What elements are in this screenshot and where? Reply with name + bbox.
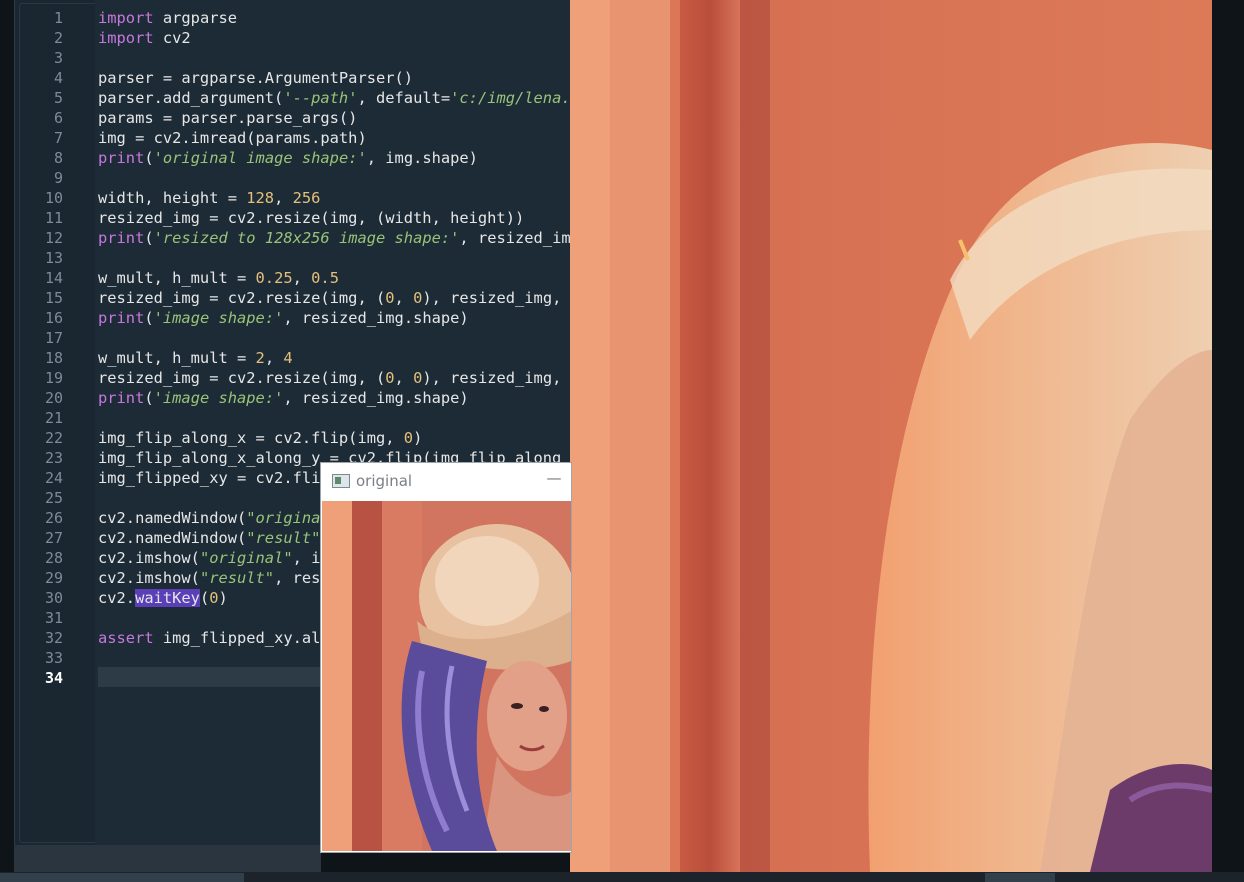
line-number: 16 bbox=[44, 309, 63, 327]
line-number: 3 bbox=[53, 49, 63, 67]
code-line[interactable]: import cv2 bbox=[98, 28, 571, 48]
code-line[interactable]: parser.add_argument('--path', default='c… bbox=[98, 88, 571, 108]
line-number: 18 bbox=[44, 349, 63, 367]
code-line[interactable]: params = parser.parse_args() bbox=[98, 108, 571, 128]
code-line[interactable] bbox=[98, 168, 571, 188]
line-number: 25 bbox=[44, 489, 63, 507]
taskbar-item[interactable] bbox=[985, 873, 1055, 882]
code-line[interactable]: print('image shape:', resized_img.shape) bbox=[98, 308, 571, 328]
line-number: 11 bbox=[44, 209, 63, 227]
line-number: 33 bbox=[44, 649, 63, 667]
line-number: 5 bbox=[53, 89, 63, 107]
line-number: 13 bbox=[44, 249, 63, 267]
original-image bbox=[322, 501, 571, 851]
line-number: 30 bbox=[44, 589, 63, 607]
original-window[interactable]: original — bbox=[320, 462, 572, 853]
code-line[interactable]: print('image shape:', resized_img.shape) bbox=[98, 388, 571, 408]
line-number: 26 bbox=[44, 509, 63, 527]
code-line[interactable]: w_mult, h_mult = 0.25, 0.5 bbox=[98, 268, 571, 288]
line-number: 7 bbox=[53, 129, 63, 147]
code-line[interactable]: img = cv2.imread(params.path) bbox=[98, 128, 571, 148]
line-number: 1 bbox=[53, 9, 63, 27]
line-number: 15 bbox=[44, 289, 63, 307]
line-number: 4 bbox=[53, 69, 63, 87]
line-number: 19 bbox=[44, 369, 63, 387]
line-number: 29 bbox=[44, 569, 63, 587]
line-number: 2 bbox=[53, 29, 63, 47]
line-number: 21 bbox=[44, 409, 63, 427]
line-number: 14 bbox=[44, 269, 63, 287]
line-number: 22 bbox=[44, 429, 63, 447]
code-line[interactable]: width, height = 128, 256 bbox=[98, 188, 571, 208]
editor-status-bar bbox=[14, 845, 321, 872]
line-number: 17 bbox=[44, 329, 63, 347]
code-line[interactable] bbox=[98, 408, 571, 428]
line-number: 10 bbox=[44, 189, 63, 207]
code-line[interactable]: print('resized to 128x256 image shape:',… bbox=[98, 228, 571, 248]
opencv-window-icon bbox=[332, 474, 350, 488]
original-window-title: original bbox=[356, 472, 413, 490]
line-number: 27 bbox=[44, 529, 63, 547]
line-number: 20 bbox=[44, 389, 63, 407]
original-window-titlebar[interactable]: original — bbox=[321, 463, 571, 500]
line-number: 24 bbox=[44, 469, 63, 487]
taskbar-item[interactable] bbox=[0, 873, 244, 882]
code-line[interactable]: resized_img = cv2.resize(img, (width, he… bbox=[98, 208, 571, 228]
line-number: 32 bbox=[44, 629, 63, 647]
line-number: 9 bbox=[53, 169, 63, 187]
line-number: 23 bbox=[44, 449, 63, 467]
code-line[interactable]: parser = argparse.ArgumentParser() bbox=[98, 68, 571, 88]
code-line[interactable] bbox=[98, 328, 571, 348]
line-number: 8 bbox=[53, 149, 63, 167]
code-line[interactable]: import argparse bbox=[98, 8, 571, 28]
line-number: 6 bbox=[53, 109, 63, 127]
result-image bbox=[570, 0, 1212, 872]
code-line[interactable]: resized_img = cv2.resize(img, (0, 0), re… bbox=[98, 288, 571, 308]
result-window[interactable] bbox=[570, 0, 1212, 872]
code-line[interactable]: resized_img = cv2.resize(img, (0, 0), re… bbox=[98, 368, 571, 388]
minimize-button[interactable]: — bbox=[545, 469, 563, 491]
code-line[interactable] bbox=[98, 248, 571, 268]
line-number-gutter: 1 2 3 4 5 6 7 8 9 10 11 12 13 14 15 16 17 18 19 20 21 22 23 24 2… bbox=[15, 0, 95, 845]
code-line[interactable]: w_mult, h_mult = 2, 4 bbox=[98, 348, 571, 368]
code-line[interactable]: print('original image shape:', img.shape… bbox=[98, 148, 571, 168]
line-number: 12 bbox=[44, 229, 63, 247]
code-line[interactable] bbox=[98, 48, 571, 68]
line-number: 34 bbox=[44, 669, 63, 687]
line-number: 28 bbox=[44, 549, 63, 567]
code-line[interactable]: img_flip_along_x = cv2.flip(img, 0) bbox=[98, 428, 571, 448]
line-number: 31 bbox=[44, 609, 63, 627]
